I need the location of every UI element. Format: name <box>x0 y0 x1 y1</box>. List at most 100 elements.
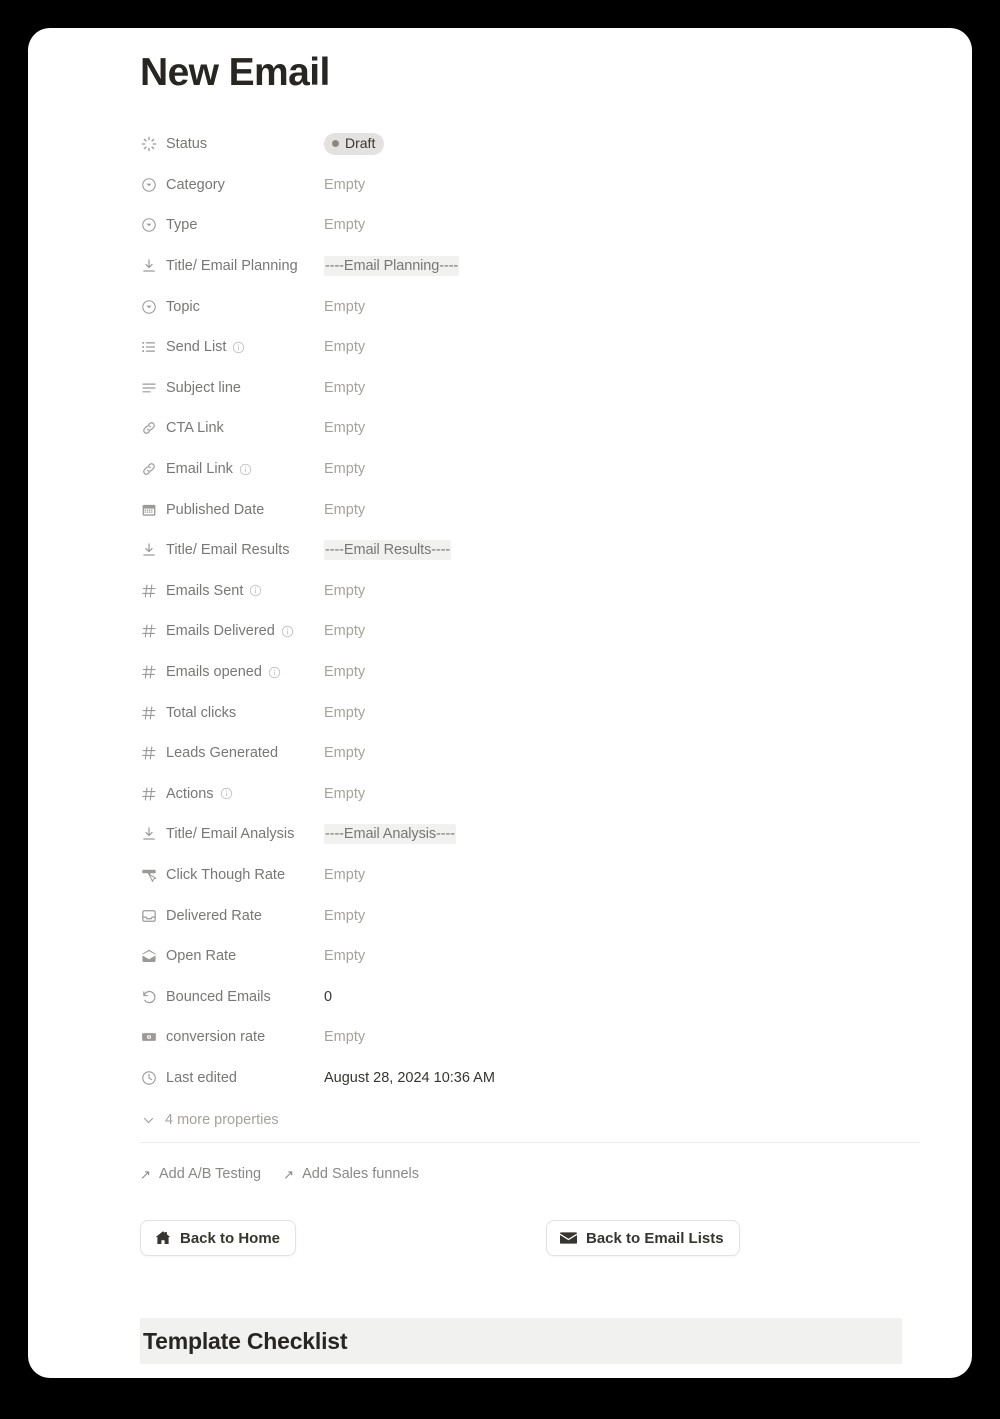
property-row[interactable]: Emails Sent Empty <box>140 571 920 612</box>
arrow-up-right-icon: ↗ <box>283 1166 295 1182</box>
property-value[interactable]: ----Email Results---- <box>324 540 452 561</box>
add-ab-testing-link[interactable]: ↗ Add A/B Testing <box>140 1166 261 1182</box>
property-value[interactable]: Empty <box>324 177 365 193</box>
more-properties-toggle[interactable]: 4 more properties <box>140 1100 920 1140</box>
status-badge[interactable]: Draft <box>324 133 385 156</box>
property-row[interactable]: Actions Empty <box>140 774 920 815</box>
property-label: Emails Delivered <box>140 622 324 640</box>
link-icon <box>140 460 158 478</box>
property-label: Bounced Emails <box>140 988 324 1006</box>
property-row[interactable]: Leads Generated Empty <box>140 733 920 774</box>
number-hash-icon <box>140 582 158 600</box>
property-value[interactable]: Empty <box>324 664 365 680</box>
select-circle-icon <box>140 298 158 316</box>
property-row[interactable]: Emails Delivered Empty <box>140 611 920 652</box>
property-value[interactable]: ----Email Planning---- <box>324 256 460 277</box>
info-icon[interactable] <box>239 463 252 476</box>
back-to-email-lists-button[interactable]: Back to Email Lists <box>546 1220 740 1256</box>
back-to-home-button[interactable]: Back to Home <box>140 1220 297 1256</box>
property-value[interactable]: 0 <box>324 989 332 1005</box>
property-row[interactable]: Last edited August 28, 2024 10:36 AM <box>140 1058 920 1099</box>
property-label-text: Delivered Rate <box>166 907 262 924</box>
property-label: Actions <box>140 785 324 803</box>
property-value[interactable]: ----Email Analysis---- <box>324 824 456 845</box>
section-divider <box>140 1142 920 1143</box>
add-sales-funnels-label: Add Sales funnels <box>302 1166 419 1182</box>
property-label-text: Actions <box>166 785 214 802</box>
property-label: Emails Sent <box>140 582 324 600</box>
back-to-email-lists-label: Back to Email Lists <box>586 1229 724 1247</box>
property-value[interactable]: Empty <box>324 299 365 315</box>
select-circle-icon <box>140 216 158 234</box>
property-label: Topic <box>140 298 324 316</box>
property-label-text: Status <box>166 136 208 153</box>
property-value[interactable]: Empty <box>324 502 365 518</box>
property-row[interactable]: Delivered Rate Empty <box>140 895 920 936</box>
property-row[interactable]: Total clicks Empty <box>140 692 920 733</box>
property-row[interactable]: CTA Link Empty <box>140 408 920 449</box>
property-row[interactable]: Title/ Email Planning ----Email Planning-… <box>140 246 920 287</box>
property-row[interactable]: Type Empty <box>140 205 920 246</box>
arrow-up-right-icon: ↗ <box>140 1166 151 1182</box>
property-row[interactable]: Published Date Empty <box>140 489 920 530</box>
property-row[interactable]: Email Link Empty <box>140 449 920 490</box>
cursor-click-icon <box>140 866 158 884</box>
property-row[interactable]: conversion rate Empty <box>140 1017 920 1058</box>
property-value[interactable]: August 28, 2024 10:36 AM <box>324 1070 495 1086</box>
info-icon[interactable] <box>220 787 233 800</box>
property-value[interactable]: Empty <box>324 217 365 233</box>
property-row[interactable]: Title/ Email Analysis ----Email Analysis-… <box>140 814 920 855</box>
property-value[interactable]: Empty <box>324 867 365 883</box>
select-circle-icon <box>140 176 158 194</box>
property-value[interactable]: Empty <box>324 745 365 761</box>
property-value[interactable]: Empty <box>324 461 365 477</box>
property-label-text: conversion rate <box>166 1029 266 1046</box>
property-row[interactable]: Click Though Rate Empty <box>140 855 920 896</box>
property-row[interactable]: Send List Empty <box>140 327 920 368</box>
property-label: Click Though Rate <box>140 866 324 884</box>
property-label: Subject line <box>140 379 324 397</box>
property-row[interactable]: Title/ Email Results ----Email Results---… <box>140 530 920 571</box>
info-icon[interactable] <box>268 666 281 679</box>
spinner-icon <box>140 135 158 153</box>
add-sales-funnels-link[interactable]: ↗ Add Sales funnels <box>283 1166 419 1182</box>
property-value[interactable]: Empty <box>324 420 365 436</box>
property-label-text: Emails Delivered <box>166 623 275 640</box>
info-icon[interactable] <box>249 584 262 597</box>
property-label-text: Last edited <box>166 1069 237 1086</box>
money-icon <box>140 1028 158 1046</box>
property-value[interactable]: Empty <box>324 948 365 964</box>
property-label-text: Open Rate <box>166 948 237 965</box>
property-label-text: Topic <box>166 298 200 315</box>
number-hash-icon <box>140 622 158 640</box>
property-row[interactable]: Subject line Empty <box>140 368 920 409</box>
property-label: Open Rate <box>140 947 324 965</box>
property-value[interactable]: Empty <box>324 705 365 721</box>
open-envelope-icon <box>140 947 158 965</box>
property-value[interactable]: Empty <box>324 339 365 355</box>
info-icon[interactable] <box>232 341 245 354</box>
property-list: Status Draft Category Empty Type Empty Title/ … <box>140 124 920 1140</box>
property-label: Total clicks <box>140 704 324 722</box>
property-value[interactable]: Empty <box>324 623 365 639</box>
property-value[interactable]: Empty <box>324 786 365 802</box>
undo-arrow-icon <box>140 988 158 1006</box>
property-value[interactable]: Empty <box>324 380 365 396</box>
property-label: Emails opened <box>140 663 324 681</box>
property-row[interactable]: Emails opened Empty <box>140 652 920 693</box>
property-value[interactable]: Empty <box>324 908 365 924</box>
page-title: New Email <box>140 51 330 94</box>
property-row[interactable]: Category Empty <box>140 165 920 206</box>
add-links-row: ↗ Add A/B Testing ↗ Add Sales funnels <box>140 1166 419 1182</box>
property-row[interactable]: Topic Empty <box>140 286 920 327</box>
property-row[interactable]: Status Draft <box>140 124 920 165</box>
property-label: Category <box>140 176 324 194</box>
info-icon[interactable] <box>281 625 294 638</box>
property-value[interactable]: Empty <box>324 1029 365 1045</box>
property-row[interactable]: Open Rate Empty <box>140 936 920 977</box>
property-label: Title/ Email Results <box>140 541 324 559</box>
property-value[interactable]: Empty <box>324 583 365 599</box>
calendar-icon <box>140 501 158 519</box>
property-label: Last edited <box>140 1069 324 1087</box>
property-row[interactable]: Bounced Emails 0 <box>140 976 920 1017</box>
